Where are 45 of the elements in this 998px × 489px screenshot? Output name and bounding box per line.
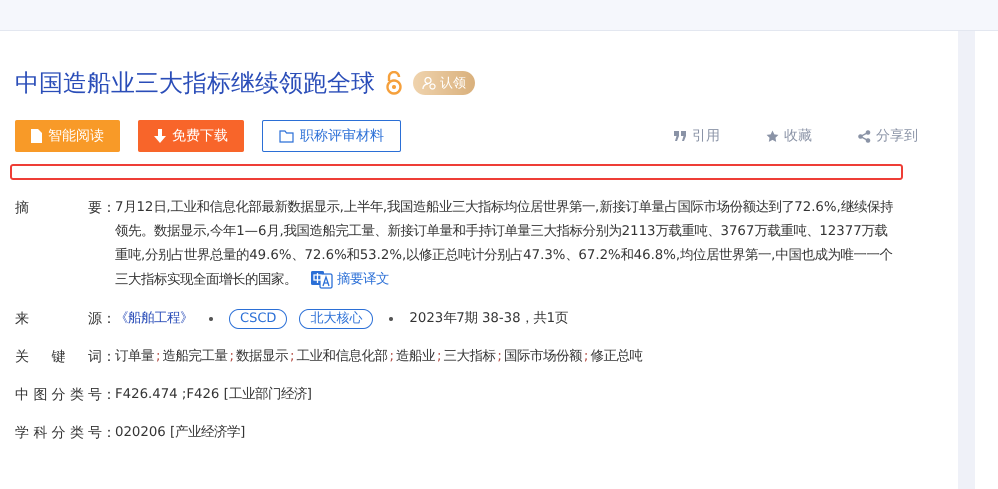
field-label: 学科分类号：: [15, 424, 115, 443]
field-label: 关键词：: [15, 348, 115, 367]
keyword-separator: ;: [229, 348, 234, 366]
classification-value: F426.474 ;F426 [工业部门经济]: [115, 386, 313, 404]
field-label: 摘要：: [15, 199, 115, 218]
field-label: 中图分类号：: [15, 386, 115, 405]
share-icon: [858, 130, 871, 142]
abstract-paragraph: 7月12日,工业和信息化部最新数据显示,上半年,我国造船业三大指标均位居世界第一,新接订单量占国际市场份额达到了72.6%,继续保持领先。数据显示,今年1—6月,我国造船完工量、新接订单量和手持订单量三大指标分别为2113万载重吨、3767万载重吨、12377万载重吨,分别占世界总量的49.6%、72.6%和53.2%,以修正总吨计分别占47.3%、67.2%和46.8%,均位居世界第一,中国也成为唯一一个三大指标实现全面增长的国家。 摘要译文: [115, 196, 900, 293]
subject-value: 020206 [产业经济学]: [115, 424, 246, 442]
issue-info: 2023年7期 38-38，共1页: [409, 310, 568, 328]
keyword-link[interactable]: 工业和信息化部: [296, 344, 388, 369]
download-icon: [154, 129, 166, 143]
cite-link[interactable]: 引用: [674, 127, 720, 145]
open-lock-icon: [385, 71, 403, 95]
keyword-link[interactable]: 国际市场份额: [504, 344, 582, 369]
keyword-separator: ;: [156, 348, 160, 366]
keyword-separator: ;: [389, 348, 394, 366]
journal-link[interactable]: 《船舶工程》: [115, 306, 193, 331]
folder-icon: [279, 130, 294, 142]
user-icon: [422, 76, 436, 90]
quote-icon: [674, 131, 687, 141]
field-label: 来源：: [15, 310, 115, 329]
keyword-link[interactable]: 修正总吨: [590, 344, 642, 369]
bullet-dot: [209, 316, 213, 321]
keyword-link[interactable]: 订单量: [115, 344, 154, 369]
keyword-link[interactable]: 造船完工量: [162, 344, 228, 369]
materials-button[interactable]: 职称评审材料: [262, 120, 401, 152]
document-icon: [31, 129, 42, 143]
star-icon: [766, 130, 779, 142]
keyword-link[interactable]: 数据显示: [236, 344, 288, 369]
index-tag[interactable]: CSCD: [229, 308, 288, 329]
keyword-link[interactable]: 三大指标: [443, 344, 496, 369]
translate-icon: [311, 271, 333, 289]
article-title: 中国造船业三大指标继续领跑全球: [15, 68, 375, 99]
keyword-separator: ;: [290, 348, 294, 366]
share-link[interactable]: 分享到: [858, 127, 918, 145]
favorite-link[interactable]: 收藏: [766, 127, 812, 145]
keyword-separator: ;: [584, 348, 588, 366]
keyword-separator: ;: [497, 348, 502, 366]
download-button[interactable]: 免费下载: [138, 120, 244, 152]
index-tag[interactable]: 北大核心: [299, 308, 374, 329]
abstract-translation-link[interactable]: 摘要译文: [311, 268, 389, 292]
keyword-link[interactable]: 造船业: [396, 344, 435, 369]
bullet-dot: [389, 316, 394, 321]
keyword-separator: ;: [436, 348, 442, 366]
